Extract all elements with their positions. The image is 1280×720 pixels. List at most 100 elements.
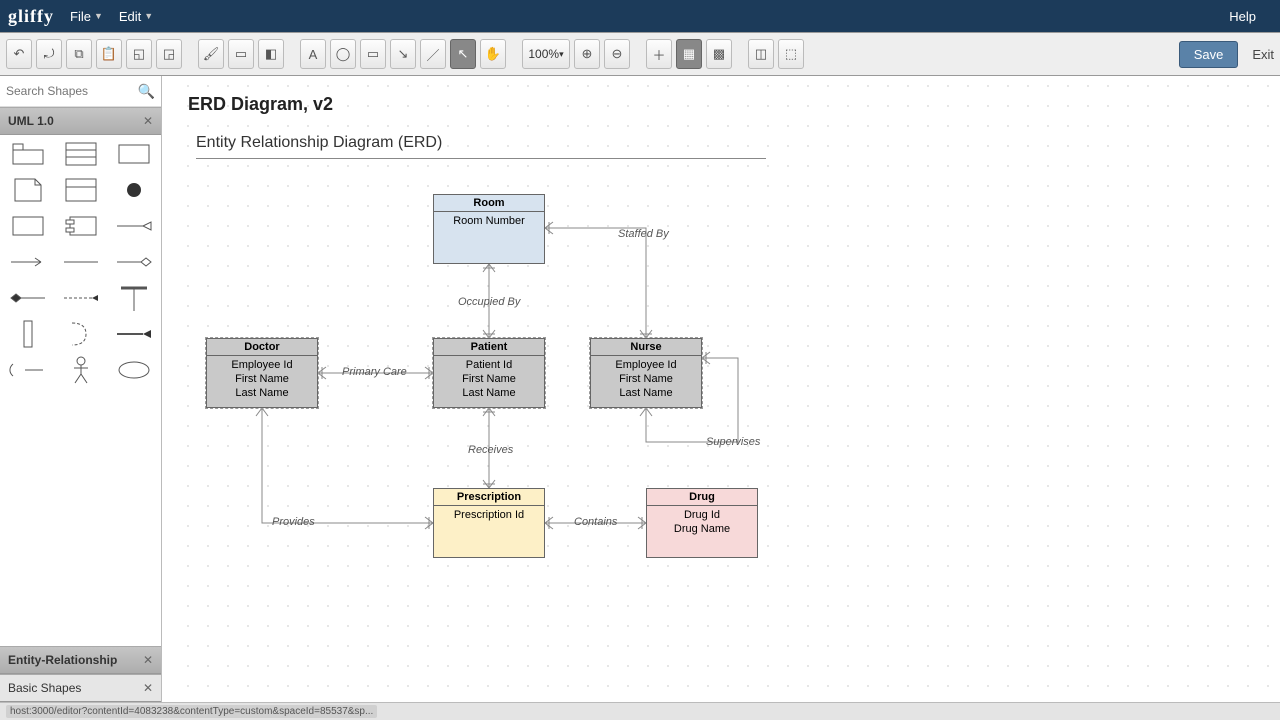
- line-tool-button[interactable]: ／: [420, 39, 446, 69]
- shape-diamond-open[interactable]: [117, 251, 151, 273]
- chevron-down-icon: ▾: [559, 49, 564, 60]
- close-icon[interactable]: ✕: [143, 681, 153, 695]
- copy-button[interactable]: ⧉: [66, 39, 92, 69]
- fit-button[interactable]: ▦: [676, 39, 702, 69]
- zoom-out-button[interactable]: ⊖: [604, 39, 630, 69]
- toolbar: ↶ ⤾ ⧉ 📋 ◱ ◲ 🖌 ▭ ◧ A ◯ ▭ ↘ ／ ↖ ✋ 100% ▾ ⊕…: [0, 32, 1280, 76]
- shape-component[interactable]: [64, 215, 98, 237]
- shape-tee[interactable]: [117, 287, 151, 309]
- entity-drug[interactable]: Drug Drug IdDrug Name: [646, 488, 758, 558]
- chevron-down-icon: ▼: [94, 11, 103, 21]
- style-brush-button[interactable]: 🖌: [198, 39, 224, 69]
- app-logo: gliffy: [8, 6, 54, 27]
- entity-drug-attrs: Drug IdDrug Name: [647, 506, 757, 542]
- close-icon[interactable]: ✕: [143, 114, 153, 128]
- shape-rect[interactable]: [117, 143, 151, 165]
- front-button[interactable]: ◱: [126, 39, 152, 69]
- entity-patient-name: Patient: [434, 339, 544, 356]
- statusbar: host:3000/editor?contentId=4083238&conte…: [0, 702, 1280, 720]
- zoom-level[interactable]: 100% ▾: [522, 39, 570, 69]
- entity-room-attrs: Room Number: [434, 212, 544, 234]
- text-tool-button[interactable]: A: [300, 39, 326, 69]
- label-primary-care: Primary Care: [342, 366, 407, 378]
- shape-arrow-solid[interactable]: [117, 323, 151, 345]
- connector-tool-button[interactable]: ↘: [390, 39, 416, 69]
- document-title: ERD Diagram, v2: [188, 94, 333, 115]
- zoom-in-button[interactable]: ⊕: [574, 39, 600, 69]
- shape-object[interactable]: [64, 179, 98, 201]
- label-staffed-by: Staffed By: [618, 228, 669, 240]
- shape-arrow-simple[interactable]: [11, 251, 45, 273]
- panel-header-er[interactable]: Entity-Relationship ✕: [0, 646, 161, 674]
- shape-rect2[interactable]: [11, 215, 45, 237]
- shape-dash-arrow[interactable]: [64, 287, 98, 309]
- canvas[interactable]: ERD Diagram, v2 Entity Relationship Diag…: [162, 76, 1280, 702]
- entity-doctor-name: Doctor: [207, 339, 317, 356]
- connectors-layer: [178, 76, 1280, 702]
- main-area: 🔍 UML 1.0 ✕: [0, 76, 1280, 702]
- status-url: host:3000/editor?contentId=4083238&conte…: [6, 705, 377, 718]
- save-button[interactable]: Save: [1179, 41, 1239, 68]
- shape-sidebar: 🔍 UML 1.0 ✕: [0, 76, 162, 702]
- pointer-tool-button[interactable]: ↖: [450, 39, 476, 69]
- entity-nurse-name: Nurse: [591, 339, 701, 356]
- shape-bar[interactable]: [11, 323, 45, 345]
- menu-edit-label: Edit: [119, 9, 141, 24]
- label-contains: Contains: [574, 516, 617, 528]
- menu-file[interactable]: File ▼: [70, 9, 103, 24]
- grid-button[interactable]: ▩: [706, 39, 732, 69]
- paste-button[interactable]: 📋: [96, 39, 122, 69]
- back-button[interactable]: ◲: [156, 39, 182, 69]
- menu-help[interactable]: Help: [1229, 9, 1256, 24]
- theme-button[interactable]: ◫: [748, 39, 774, 69]
- entity-nurse-attrs: Employee IdFirst NameLast Name: [591, 356, 701, 406]
- panel-er-label: Entity-Relationship: [8, 653, 117, 667]
- entity-rx-attrs: Prescription Id: [434, 506, 544, 528]
- shape-package[interactable]: [11, 143, 45, 165]
- chevron-down-icon: ▼: [144, 11, 153, 21]
- add-page-button[interactable]: ＋: [646, 39, 672, 69]
- exit-button[interactable]: Exit: [1252, 47, 1274, 62]
- shape-line[interactable]: [64, 251, 98, 273]
- shape-halfcircle[interactable]: [11, 359, 45, 381]
- menu-edit[interactable]: Edit ▼: [119, 9, 153, 24]
- shape-curve[interactable]: [64, 323, 98, 345]
- entity-drug-name: Drug: [647, 489, 757, 506]
- hand-tool-button[interactable]: ✋: [480, 39, 506, 69]
- entity-patient-attrs: Patient IdFirst NameLast Name: [434, 356, 544, 406]
- menu-file-label: File: [70, 9, 91, 24]
- label-receives: Receives: [468, 444, 513, 456]
- label-occupied-by: Occupied By: [458, 296, 520, 308]
- circle-tool-button[interactable]: ◯: [330, 39, 356, 69]
- canvas-grid: ERD Diagram, v2 Entity Relationship Diag…: [178, 76, 1280, 702]
- panel-header-uml[interactable]: UML 1.0 ✕: [0, 107, 161, 135]
- entity-rx-name: Prescription: [434, 489, 544, 506]
- panel-header-basic[interactable]: Basic Shapes ✕: [0, 674, 161, 702]
- eraser-button[interactable]: ◧: [258, 39, 284, 69]
- undo-button[interactable]: ↶: [6, 39, 32, 69]
- shape-dot[interactable]: [117, 179, 151, 201]
- shape-note[interactable]: [11, 179, 45, 201]
- panel-basic-label: Basic Shapes: [8, 681, 81, 695]
- shape-actor[interactable]: [64, 359, 98, 381]
- search-icon[interactable]: 🔍: [138, 83, 155, 100]
- rect-tool-button[interactable]: ▭: [360, 39, 386, 69]
- entity-doctor[interactable]: Doctor Employee IdFirst NameLast Name: [206, 338, 318, 408]
- shape-diamond-fill[interactable]: [11, 287, 45, 309]
- diagram-subtitle: Entity Relationship Diagram (ERD): [196, 134, 442, 152]
- label-provides: Provides: [272, 516, 315, 528]
- label-supervises: Supervises: [706, 436, 760, 448]
- shape-class[interactable]: [64, 143, 98, 165]
- entity-nurse[interactable]: Nurse Employee IdFirst NameLast Name: [590, 338, 702, 408]
- panel-uml-label: UML 1.0: [8, 114, 54, 128]
- note-button[interactable]: ▭: [228, 39, 254, 69]
- export-button[interactable]: ⬚: [778, 39, 804, 69]
- entity-prescription[interactable]: Prescription Prescription Id: [433, 488, 545, 558]
- close-icon[interactable]: ✕: [143, 653, 153, 667]
- subtitle-underline: [196, 158, 766, 159]
- redo-button[interactable]: ⤾: [36, 39, 62, 69]
- entity-patient[interactable]: Patient Patient IdFirst NameLast Name: [433, 338, 545, 408]
- entity-room[interactable]: Room Room Number: [433, 194, 545, 264]
- shape-arrow-open[interactable]: [117, 215, 151, 237]
- shape-ellipse[interactable]: [117, 359, 151, 381]
